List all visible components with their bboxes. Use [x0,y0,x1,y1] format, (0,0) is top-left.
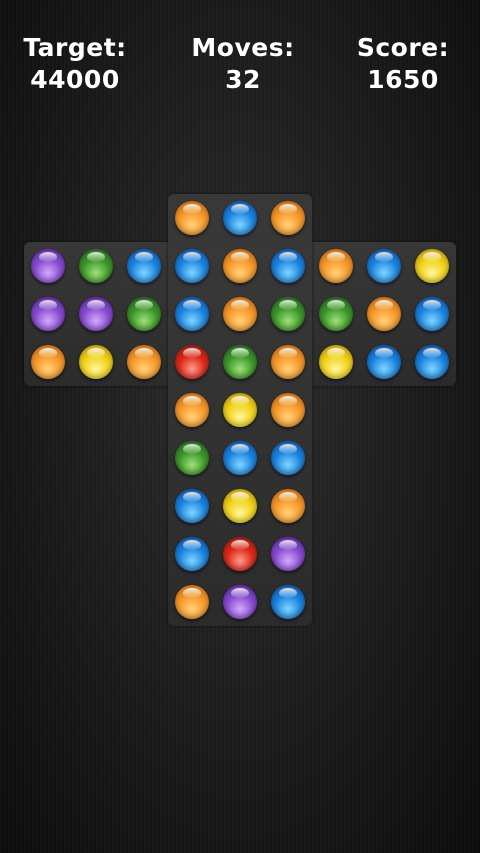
orange-gem[interactable] [223,249,257,283]
blue-gem[interactable] [127,249,161,283]
orange-gem[interactable] [271,345,305,379]
game-board [0,0,480,853]
yellow-gem[interactable] [223,489,257,523]
orange-gem[interactable] [271,489,305,523]
green-gem[interactable] [127,297,161,331]
purple-gem[interactable] [31,249,65,283]
green-gem[interactable] [271,297,305,331]
orange-gem[interactable] [271,201,305,235]
blue-gem[interactable] [415,345,449,379]
purple-gem[interactable] [31,297,65,331]
orange-gem[interactable] [127,345,161,379]
purple-gem[interactable] [223,585,257,619]
blue-gem[interactable] [367,249,401,283]
orange-gem[interactable] [31,345,65,379]
green-gem[interactable] [175,441,209,475]
blue-gem[interactable] [271,249,305,283]
blue-gem[interactable] [271,585,305,619]
yellow-gem[interactable] [223,393,257,427]
blue-gem[interactable] [271,441,305,475]
red-gem[interactable] [175,345,209,379]
blue-gem[interactable] [175,537,209,571]
blue-gem[interactable] [175,249,209,283]
orange-gem[interactable] [367,297,401,331]
blue-gem[interactable] [415,297,449,331]
purple-gem[interactable] [271,537,305,571]
blue-gem[interactable] [367,345,401,379]
green-gem[interactable] [319,297,353,331]
yellow-gem[interactable] [79,345,113,379]
orange-gem[interactable] [175,201,209,235]
blue-gem[interactable] [175,297,209,331]
purple-gem[interactable] [79,297,113,331]
orange-gem[interactable] [223,297,257,331]
green-gem[interactable] [79,249,113,283]
green-gem[interactable] [223,345,257,379]
orange-gem[interactable] [175,393,209,427]
blue-gem[interactable] [223,441,257,475]
yellow-gem[interactable] [415,249,449,283]
red-gem[interactable] [223,537,257,571]
blue-gem[interactable] [223,201,257,235]
blue-gem[interactable] [175,489,209,523]
yellow-gem[interactable] [319,345,353,379]
orange-gem[interactable] [271,393,305,427]
orange-gem[interactable] [319,249,353,283]
orange-gem[interactable] [175,585,209,619]
